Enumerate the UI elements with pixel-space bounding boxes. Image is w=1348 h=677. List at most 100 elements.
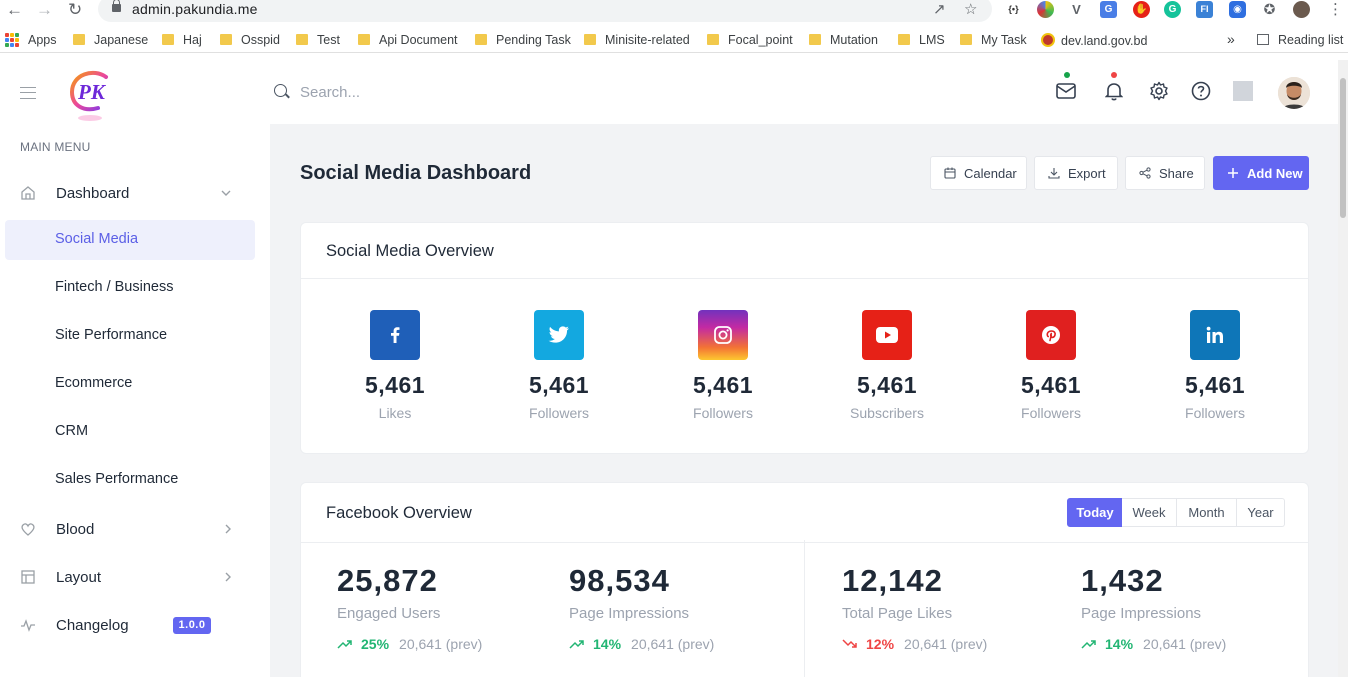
share-button[interactable]: Share (1125, 156, 1205, 190)
hamburger-menu-icon[interactable] (20, 87, 36, 99)
forward-icon[interactable]: → (36, 1, 53, 19)
folder-icon (809, 34, 821, 45)
bookmark-test[interactable]: Test (296, 33, 340, 47)
sidebar-item-label: Dashboard (56, 185, 130, 202)
extension-json-icon[interactable]: {•} (1005, 1, 1022, 18)
browser-menu-icon[interactable]: ⋮ (1328, 1, 1343, 19)
search-icon (274, 84, 287, 97)
sidebar-item-sales-performance[interactable]: Sales Performance (5, 460, 255, 500)
back-icon[interactable]: ← (6, 1, 23, 19)
lock-icon (112, 0, 121, 12)
bookmark-api-document[interactable]: Api Document (358, 33, 458, 47)
social-stat-youtube: 5,461 Subscribers (832, 310, 942, 421)
page-scrollbar[interactable] (1338, 60, 1348, 677)
stat-label: Total Page Likes (842, 605, 953, 622)
chevron-down-icon (221, 190, 231, 196)
social-label: Followers (1185, 405, 1245, 421)
social-value: 5,461 (692, 372, 754, 398)
bookmark-my-task[interactable]: My Task (960, 33, 1027, 47)
share-label: Share (1159, 165, 1194, 181)
sidebar-item-dashboard[interactable]: Dashboard (5, 173, 255, 213)
bookmark-pending-task[interactable]: Pending Task (475, 33, 571, 47)
reload-icon[interactable]: ↻ (68, 1, 82, 19)
pinterest-icon[interactable] (1026, 310, 1076, 360)
extensions-puzzle-icon[interactable]: ✪ (1261, 1, 1278, 18)
profile-avatar-icon[interactable] (1293, 1, 1310, 18)
youtube-icon[interactable] (862, 310, 912, 360)
chevron-right-icon (225, 572, 231, 582)
sidebar-item-blood[interactable]: Blood (5, 509, 255, 549)
social-label: Followers (529, 405, 589, 421)
sidebar-item-changelog[interactable]: Changelog (5, 605, 255, 645)
extension-translate-icon[interactable]: G (1100, 1, 1117, 18)
gear-icon (1150, 81, 1168, 101)
apps-grid-icon[interactable] (5, 33, 19, 47)
bookmark-osspid[interactable]: Osspid (220, 33, 280, 47)
bookmark-mutation[interactable]: Mutation (809, 33, 878, 47)
add-new-button[interactable]: Add New (1213, 156, 1309, 190)
scrollbar-thumb[interactable] (1340, 78, 1346, 218)
user-photo (1278, 77, 1310, 109)
extension-screen-icon[interactable]: ◉ (1229, 1, 1246, 18)
pk-logo[interactable]: PK (68, 68, 114, 122)
bell-icon (1105, 83, 1123, 101)
social-value: 5,461 (1184, 372, 1246, 398)
bookmark-lms[interactable]: LMS (898, 33, 945, 47)
calendar-icon (944, 167, 956, 179)
twitter-icon[interactable] (534, 310, 584, 360)
social-label: Followers (693, 405, 753, 421)
settings-button[interactable] (1147, 78, 1171, 104)
bookmarks-overflow[interactable]: » (1227, 31, 1235, 47)
logo-text: PK (77, 80, 107, 104)
period-week[interactable]: Week (1122, 498, 1177, 527)
export-button[interactable]: Export (1034, 156, 1118, 190)
social-media-overview-card: Social Media Overview 5,461 Likes 5,461 … (300, 222, 1309, 454)
card-header: Social Media Overview (301, 223, 1308, 279)
bookmark-star-icon[interactable]: ☆ (964, 0, 977, 18)
help-button[interactable] (1189, 78, 1213, 104)
sidebar-item-crm[interactable]: CRM (5, 412, 255, 452)
sidebar-item-label: Site Performance (55, 327, 168, 343)
sidebar-item-social-media[interactable]: Social Media (5, 220, 255, 260)
sidebar-item-site-performance[interactable]: Site Performance (5, 316, 255, 356)
instagram-icon[interactable] (698, 310, 748, 360)
extension-fi-icon[interactable]: FI (1196, 1, 1213, 18)
theme-toggle-button[interactable] (1231, 78, 1255, 104)
sidebar-item-fintech[interactable]: Fintech / Business (5, 268, 255, 308)
bookmark-minisite-related[interactable]: Minisite-related (584, 33, 690, 47)
trend-up-icon (337, 640, 352, 649)
stat-prev: 20,641 (prev) (1143, 636, 1227, 652)
extension-v-icon[interactable]: V (1068, 1, 1085, 18)
bookmark-apps[interactable]: Apps (28, 33, 57, 47)
address-bar[interactable]: admin.pakundia.me ↗ ☆ (98, 0, 992, 22)
linkedin-icon[interactable] (1190, 310, 1240, 360)
mail-button[interactable] (1054, 72, 1078, 104)
share-page-icon[interactable]: ↗ (933, 0, 946, 18)
social-label: Followers (1021, 405, 1081, 421)
bookmark-japanese[interactable]: Japanese (73, 33, 148, 47)
facebook-icon[interactable] (370, 310, 420, 360)
folder-icon (162, 34, 174, 45)
search-input[interactable] (300, 82, 600, 102)
period-today[interactable]: Today (1067, 498, 1123, 527)
social-stat-facebook: 5,461 Likes (340, 310, 450, 421)
extension-grammarly-icon[interactable]: G (1164, 1, 1181, 18)
bookmark-focal-point[interactable]: Focal_point (707, 33, 793, 47)
social-value: 5,461 (856, 372, 918, 398)
extension-adblock-icon[interactable]: ✋ (1133, 1, 1150, 18)
social-label: Subscribers (850, 405, 924, 421)
period-month[interactable]: Month (1177, 498, 1237, 527)
sidebar-item-ecommerce[interactable]: Ecommerce (5, 364, 255, 404)
trend-up-icon (569, 640, 584, 649)
notifications-button[interactable] (1102, 72, 1126, 104)
trend-down-icon (842, 639, 857, 648)
user-avatar[interactable] (1278, 77, 1310, 109)
period-year[interactable]: Year (1237, 498, 1285, 527)
extension-color-icon[interactable] (1037, 1, 1054, 18)
reading-list[interactable]: Reading list (1257, 33, 1343, 47)
bookmark-dev-land[interactable]: dev.land.gov.bd (1041, 33, 1147, 48)
sidebar-item-layout[interactable]: Layout (5, 557, 255, 597)
bookmark-haj[interactable]: Haj (162, 33, 202, 47)
social-stat-twitter: 5,461 Followers (504, 310, 614, 421)
calendar-button[interactable]: Calendar (930, 156, 1027, 190)
